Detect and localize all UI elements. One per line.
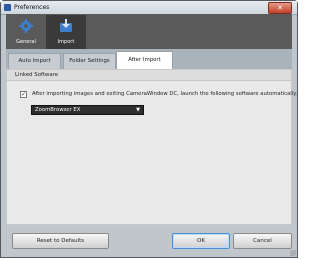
tab-general[interactable]: General [6,15,46,49]
tab-import-label: Import [57,39,75,45]
ok-button[interactable]: OK [172,233,230,249]
preferences-window: Preferences ✕ General Import Auto Import… [0,0,298,258]
launch-software-label: After importing images and exiting Camer… [32,91,298,97]
cancel-button[interactable]: Cancel [233,233,292,249]
tab-folder-settings[interactable]: Folder Settings [63,53,116,69]
tab-general-label: General [16,39,36,45]
main-tab-bar: General Import [6,14,292,49]
check-icon: ✓ [21,91,27,98]
section-title: Linked Software [7,70,291,81]
launch-software-checkbox[interactable]: ✓ [20,91,27,98]
close-button[interactable]: ✕ [268,2,292,14]
window-title: Preferences [14,4,50,11]
tab-auto-import[interactable]: Auto Import [8,53,61,69]
tab-after-import[interactable]: After Import [116,51,173,69]
resize-grip[interactable] [290,250,296,256]
close-icon: ✕ [277,4,283,12]
title-bar[interactable]: Preferences ✕ [1,1,297,15]
import-icon [60,19,72,32]
app-icon [4,4,11,11]
dialog-footer: Reset to Defaults OK Cancel [6,225,292,257]
reset-defaults-button[interactable]: Reset to Defaults [12,233,109,249]
chevron-down-icon: ▼ [136,107,140,113]
software-select-value: ZoomBrowser EX [35,107,81,113]
software-select[interactable]: ZoomBrowser EX ▼ [31,105,144,115]
sub-tab-bar: Auto Import Folder Settings After Import [6,49,292,69]
after-import-panel: Linked Software ✓ After importing images… [6,69,297,225]
gear-icon [19,19,33,33]
tab-import[interactable]: Import [46,15,86,49]
